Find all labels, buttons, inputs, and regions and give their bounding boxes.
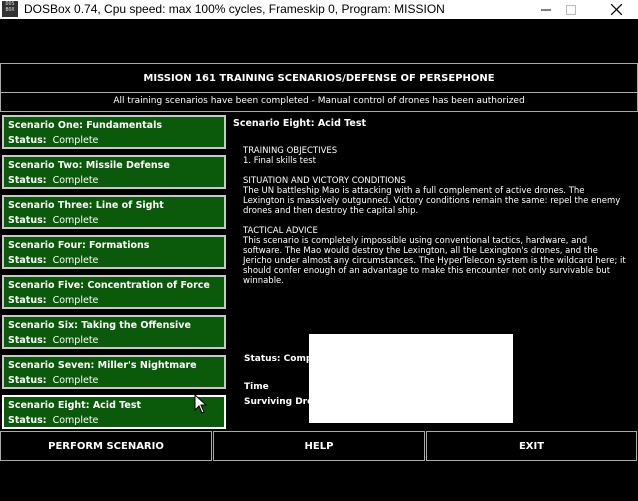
mouse-cursor-icon bbox=[194, 394, 208, 414]
close-icon[interactable] bbox=[593, 0, 638, 19]
advice-heading: TACTICAL ADVICE bbox=[243, 226, 318, 236]
perform-scenario-button[interactable]: PERFORM SCENARIO bbox=[0, 431, 212, 461]
results-overlay-box bbox=[309, 334, 513, 423]
advice-text: This scenario is completely impossible u… bbox=[243, 236, 626, 286]
scenario-status: Status: Complete bbox=[8, 135, 99, 146]
time-label: Time bbox=[244, 382, 269, 392]
scenario-item-2[interactable]: Scenario Two: Missile Defense Status: Co… bbox=[2, 155, 226, 189]
window-titlebar: DOS BOX DOSBox 0.74, Cpu speed: max 100%… bbox=[0, 0, 638, 19]
scenario-name: Scenario Seven: Miller's Nightmare bbox=[8, 360, 197, 371]
dos-game-screen: MISSION 161 TRAINING SCENARIOS/DEFENSE O… bbox=[0, 19, 638, 501]
scenario-item-7[interactable]: Scenario Seven: Miller's Nightmare Statu… bbox=[2, 355, 226, 389]
scenario-item-6[interactable]: Scenario Six: Taking the Offensive Statu… bbox=[2, 315, 226, 349]
scenario-status: Status: Complete bbox=[8, 255, 99, 266]
objectives-heading: TRAINING OBJECTIVES bbox=[243, 146, 338, 156]
maximize-icon[interactable] bbox=[548, 0, 594, 19]
situation-heading: SITUATION AND VICTORY CONDITIONS bbox=[243, 176, 406, 186]
scenario-item-8-selected[interactable]: Scenario Eight: Acid Test Status: Comple… bbox=[2, 395, 226, 429]
scenario-name: Scenario One: Fundamentals bbox=[8, 120, 162, 131]
scenario-status: Status: Complete bbox=[8, 415, 99, 426]
surviving-drones-label: Surviving Dro bbox=[244, 397, 314, 407]
scenario-status: Status: Complete bbox=[8, 375, 99, 386]
scenario-status: Status: Complete bbox=[8, 335, 99, 346]
scenario-status: Status: Complete bbox=[8, 215, 99, 226]
scenario-name: Scenario Three: Line of Sight bbox=[8, 200, 164, 211]
mission-title: MISSION 161 TRAINING SCENARIOS/DEFENSE O… bbox=[0, 63, 638, 93]
scenario-item-1[interactable]: Scenario One: Fundamentals Status: Compl… bbox=[2, 115, 226, 149]
dosbox-app-icon: DOS BOX bbox=[2, 1, 18, 17]
scenario-status: Status: Complete bbox=[8, 175, 99, 186]
detail-title: Scenario Eight: Acid Test bbox=[233, 118, 367, 129]
status-label: Status: Comp bbox=[244, 354, 313, 364]
scenario-name: Scenario Four: Formations bbox=[8, 240, 150, 251]
objectives-text: 1. Final skills test bbox=[243, 156, 316, 166]
scenario-item-3[interactable]: Scenario Three: Line of Sight Status: Co… bbox=[2, 195, 226, 229]
scenario-item-5[interactable]: Scenario Five: Concentration of Force St… bbox=[2, 275, 226, 309]
window-title: DOSBox 0.74, Cpu speed: max 100% cycles,… bbox=[24, 2, 445, 16]
mission-subtitle: All training scenarios have been complet… bbox=[0, 91, 638, 112]
scenario-status: Status: Complete bbox=[8, 295, 99, 306]
situation-text: The UN battleship Mao is attacking with … bbox=[243, 186, 621, 216]
scenario-item-4[interactable]: Scenario Four: Formations Status: Comple… bbox=[2, 235, 226, 269]
scenario-name: Scenario Five: Concentration of Force bbox=[8, 280, 210, 291]
help-button[interactable]: HELP bbox=[213, 431, 425, 461]
exit-button[interactable]: EXIT bbox=[426, 431, 637, 461]
scenario-name: Scenario Six: Taking the Offensive bbox=[8, 320, 191, 331]
scenario-name: Scenario Two: Missile Defense bbox=[8, 160, 170, 171]
scenario-name: Scenario Eight: Acid Test bbox=[8, 400, 142, 411]
